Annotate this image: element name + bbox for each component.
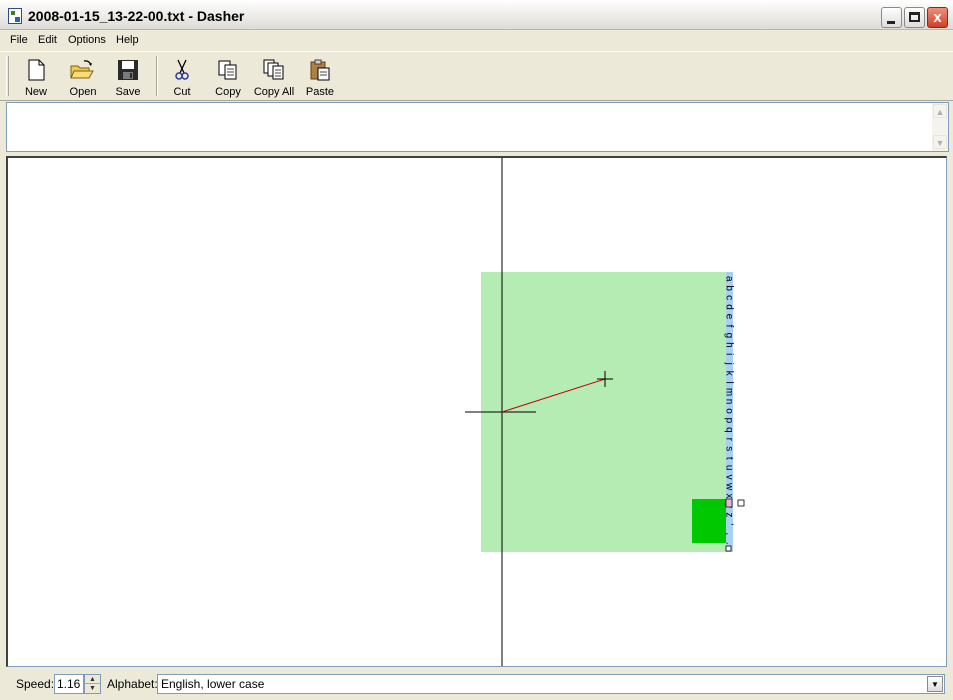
child-node-box: [692, 499, 726, 543]
close-button[interactable]: x: [927, 7, 948, 28]
dasher-letter: t: [723, 457, 734, 460]
alphabet-select[interactable]: English, lower case ▼: [157, 674, 945, 694]
paste-button[interactable]: Paste: [302, 54, 338, 100]
dasher-letter: p: [723, 418, 734, 424]
copy-all-label: Copy All: [253, 86, 295, 98]
dasher-letter: v: [723, 475, 734, 480]
save-label: Save: [115, 86, 141, 98]
highlight-node-box: [725, 498, 733, 508]
dasher-letter: o: [723, 408, 734, 414]
cut-label: Cut: [173, 86, 191, 98]
chevron-down-icon[interactable]: ▼: [927, 676, 943, 692]
menu-options[interactable]: Options: [68, 34, 106, 46]
dasher-letter: z: [723, 512, 734, 517]
paste-label: Paste: [305, 86, 335, 98]
dasher-letter: s: [723, 446, 734, 451]
cut-button[interactable]: Cut: [164, 54, 200, 100]
scissors-icon: [175, 59, 189, 80]
tiny-node-box: [737, 499, 745, 507]
dasher-letter: a: [723, 276, 734, 282]
title-bar[interactable]: 2008-01-15_13-22-00.txt - Dasher x: [0, 0, 953, 30]
copy-all-icon: [263, 59, 284, 80]
toolbar: New Open Save Cut Copy Copy All Paste: [0, 51, 953, 101]
dasher-letter: .: [723, 542, 734, 545]
minimize-button[interactable]: [881, 7, 902, 28]
copy-icon: [218, 60, 237, 80]
dasher-letter: ': [723, 523, 734, 525]
open-folder-icon: [70, 60, 94, 79]
menu-file[interactable]: File: [10, 34, 28, 46]
dasher-letter: l: [723, 382, 734, 384]
scroll-down-arrow-icon[interactable]: ▼: [933, 135, 947, 149]
dasher-letter: m: [723, 388, 734, 396]
text-edit-area[interactable]: ▲ ▼: [6, 102, 949, 152]
maximize-button[interactable]: [904, 7, 925, 28]
dasher-app-icon[interactable]: [8, 8, 22, 24]
speed-label: Speed:: [16, 677, 55, 691]
floppy-disk-icon: [118, 60, 138, 80]
alphabet-label: Alphabet:: [107, 677, 158, 691]
dasher-letter: q: [723, 427, 734, 433]
dasher-letter: g: [723, 333, 734, 339]
dasher-letter: ,: [723, 532, 734, 535]
toolbar-grip[interactable]: [6, 56, 9, 96]
speed-input[interactable]: 1.16: [54, 674, 84, 694]
new-label: New: [24, 86, 47, 98]
new-document-icon: [28, 59, 45, 81]
dasher-letter: f: [723, 325, 734, 328]
open-label: Open: [69, 86, 97, 98]
dasher-letter: i: [723, 353, 734, 355]
scroll-up-arrow-icon[interactable]: ▲: [933, 104, 947, 118]
close-icon: x: [933, 9, 942, 26]
window-title: 2008-01-15_13-22-00.txt - Dasher: [28, 8, 245, 24]
toolbar-separator: [156, 56, 158, 96]
new-button[interactable]: New: [18, 54, 54, 100]
open-button[interactable]: Open: [64, 54, 102, 100]
menu-bar: File Edit Options Help: [0, 31, 953, 51]
dasher-letter: c: [723, 295, 734, 300]
copy-label: Copy: [215, 86, 241, 98]
minimize-icon: [887, 21, 895, 24]
maximize-icon: [909, 12, 920, 22]
tiny-node-box: [725, 545, 732, 552]
dasher-view[interactable]: abcdefghijklmnopqrstuvwxyz',.: [8, 158, 947, 667]
spin-down-arrow-icon[interactable]: ▼: [85, 684, 100, 693]
text-vertical-scrollbar[interactable]: ▲ ▼: [932, 103, 948, 151]
save-button[interactable]: Save: [110, 54, 146, 100]
dasher-letter: u: [723, 465, 734, 471]
dasher-canvas[interactable]: abcdefghijklmnopqrstuvwxyz',.: [6, 156, 947, 667]
copy-button[interactable]: Copy: [208, 54, 248, 100]
dasher-letter: b: [723, 285, 734, 291]
clipboard-paste-icon: [310, 59, 330, 81]
dasher-letter: w: [723, 482, 734, 491]
menu-help[interactable]: Help: [116, 34, 139, 46]
dasher-letter: d: [723, 304, 734, 310]
alphabet-value: English, lower case: [161, 677, 265, 691]
dasher-letter: h: [723, 342, 734, 348]
spin-up-arrow-icon[interactable]: ▲: [85, 675, 100, 684]
status-bar: Speed: 1.16 ▲ ▼ Alphabet: English, lower…: [0, 671, 953, 700]
dasher-letter: x: [723, 494, 734, 499]
speed-spinner[interactable]: ▲ ▼: [84, 674, 101, 694]
menu-edit[interactable]: Edit: [38, 34, 57, 46]
copy-all-button[interactable]: Copy All: [252, 54, 296, 100]
dasher-letter: n: [723, 399, 734, 405]
dasher-letter: j: [723, 362, 734, 365]
dasher-letter: e: [723, 314, 734, 320]
